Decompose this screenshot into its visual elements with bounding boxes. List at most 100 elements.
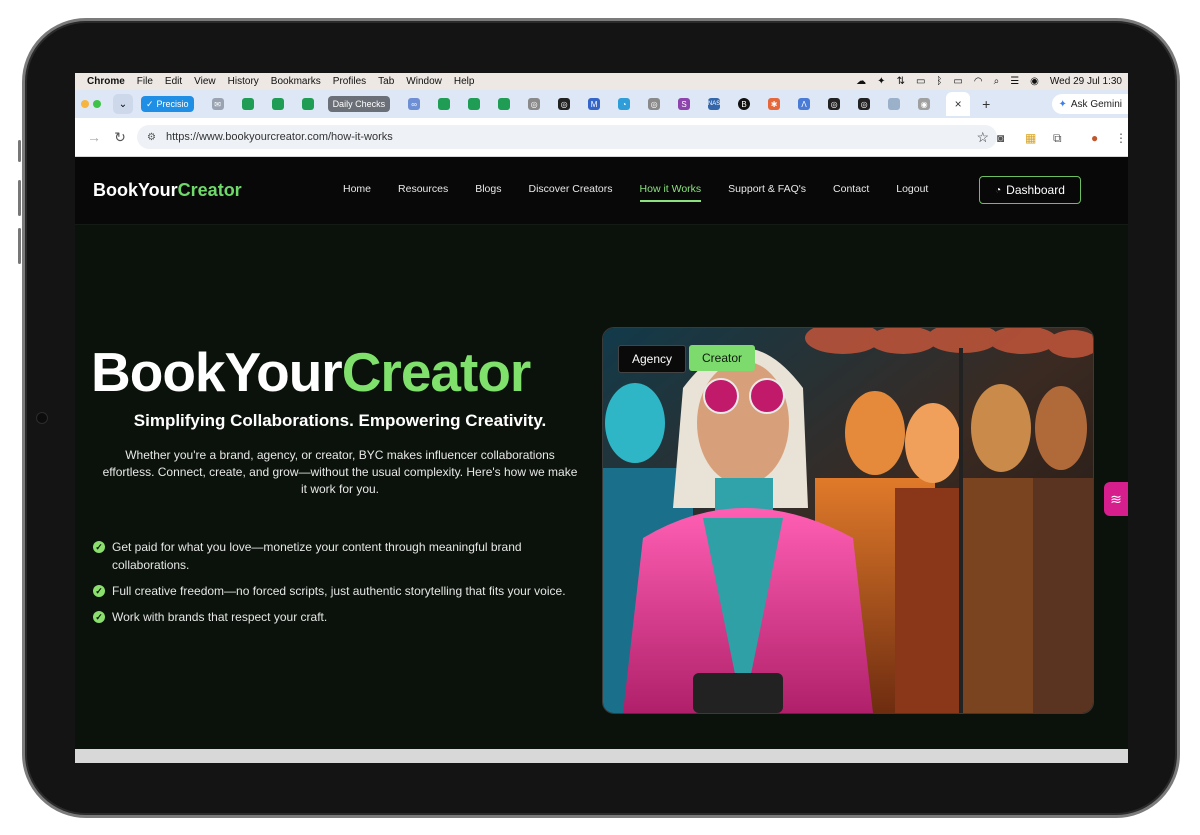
dashboard-button[interactable]: ◔ Dashboard	[979, 176, 1081, 204]
cloud-icon[interactable]: ☁	[856, 76, 866, 87]
nav-how-it-works[interactable]: How it Works	[639, 183, 702, 202]
menu-edit[interactable]: Edit	[165, 76, 182, 87]
network-icon[interactable]: ⇅	[897, 76, 905, 87]
bookmark-star-icon[interactable]: ☆	[976, 129, 989, 146]
reload-icon[interactable]: ↻	[113, 129, 127, 146]
site-logo[interactable]: BookYourCreator	[93, 180, 242, 201]
tab-group-label: Precisio	[156, 99, 189, 109]
menu-datetime[interactable]: Wed 29 Jul 1:30	[1050, 76, 1122, 87]
openai-tab-icon[interactable]: ◎	[528, 98, 541, 110]
more-menu-icon[interactable]: ⋮	[1115, 131, 1127, 145]
control-center-icon[interactable]: ☰	[1010, 76, 1019, 87]
mail-tab-icon[interactable]: ✉	[211, 98, 224, 110]
menu-tab[interactable]: Tab	[378, 76, 394, 87]
menu-view[interactable]: View	[194, 76, 216, 87]
image-tab-icon[interactable]	[888, 98, 901, 110]
new-tab-button[interactable]: +	[982, 96, 990, 112]
hero-creator-image: Agency Creator	[602, 327, 1094, 714]
list-item: ✓ Get paid for what you love—monetize yo…	[93, 538, 573, 574]
screen-icon[interactable]: ▭	[916, 76, 925, 87]
nav-home[interactable]: Home	[343, 183, 371, 202]
logo-accent: Creator	[177, 180, 242, 200]
site-nav-links: Home Resources Blogs Discover Creators H…	[343, 183, 955, 202]
floating-widget-tab[interactable]: ≋	[1104, 482, 1128, 516]
link-tab-icon[interactable]: ◉	[918, 98, 931, 110]
tab-group-daily-checks[interactable]: Daily Checks	[327, 96, 391, 112]
zapier-tab-icon[interactable]: ✱	[768, 98, 781, 110]
list-item: ✓ Work with brands that respect your cra…	[93, 608, 573, 626]
a-tab-icon[interactable]: Λ	[798, 98, 811, 110]
active-tab-close-button[interactable]: ×	[946, 92, 971, 116]
sheet-tab-icon[interactable]	[438, 98, 451, 110]
forward-arrow-icon[interactable]: →	[87, 129, 101, 145]
hero-title: BookYourCreator	[91, 340, 532, 404]
side-button	[18, 228, 21, 264]
openai-tab-icon[interactable]: ◎	[858, 98, 871, 110]
site-settings-icon[interactable]: ⚙	[147, 132, 156, 143]
hero-title-accent: Creator	[341, 341, 532, 403]
bluetooth-icon[interactable]: ᛒ	[936, 76, 942, 87]
nas-tab-icon[interactable]: NAS	[708, 98, 720, 110]
browser-tab-strip: ⌄ ✓ Precisio ✉ Daily Checks ∞ ◎ ◎ M ◔ ◎ …	[75, 90, 1128, 118]
sheet-tab-icon[interactable]	[301, 98, 314, 110]
wifi-icon[interactable]: ◠	[974, 76, 983, 87]
nav-support[interactable]: Support & FAQ's	[728, 183, 806, 202]
menu-file[interactable]: File	[137, 76, 153, 87]
agency-toggle-button[interactable]: Agency	[618, 345, 686, 373]
siri-icon[interactable]: ◉	[1030, 76, 1039, 87]
nav-logout[interactable]: Logout	[896, 183, 928, 202]
menu-window[interactable]: Window	[406, 76, 442, 87]
maximize-dot-icon[interactable]	[93, 100, 101, 108]
creator-toggle-button[interactable]: Creator	[689, 345, 755, 371]
tab-search-chevron-icon[interactable]: ⌄	[113, 94, 133, 114]
menu-bookmarks[interactable]: Bookmarks	[271, 76, 321, 87]
dashboard-label: Dashboard	[1006, 183, 1065, 197]
battery-icon[interactable]: ▭	[953, 76, 962, 87]
front-camera	[36, 412, 48, 424]
website: BookYourCreator Home Resources Blogs Dis…	[75, 157, 1128, 763]
sheet-tab-icon[interactable]	[468, 98, 481, 110]
nav-blogs[interactable]: Blogs	[475, 183, 501, 202]
benefit-text: Get paid for what you love—monetize your…	[112, 540, 522, 572]
benefit-text: Full creative freedom—no forced scripts,…	[112, 584, 566, 598]
side-button	[18, 140, 21, 162]
nav-discover-creators[interactable]: Discover Creators	[528, 183, 612, 202]
sheet-tab-icon[interactable]	[271, 98, 284, 110]
ask-gemini-label: Ask Gemini	[1070, 98, 1122, 110]
side-button	[18, 180, 21, 216]
search-icon[interactable]: ⌕	[994, 76, 1000, 87]
menu-history[interactable]: History	[228, 76, 259, 87]
sheet-tab-icon[interactable]	[498, 98, 511, 110]
extension-icon[interactable]: ▦	[1025, 131, 1036, 145]
drive-tab-icon[interactable]: ◔	[618, 98, 631, 110]
puzzle-extensions-icon[interactable]: ⧉	[1053, 131, 1062, 146]
openai-tab-icon[interactable]: ◎	[558, 98, 571, 110]
s-tab-icon[interactable]: S	[678, 98, 691, 110]
nav-contact[interactable]: Contact	[833, 183, 869, 202]
b-tab-icon[interactable]: B	[738, 98, 751, 110]
benefit-list: ✓ Get paid for what you love—monetize yo…	[93, 538, 573, 634]
menu-profiles[interactable]: Profiles	[333, 76, 366, 87]
bottom-strip	[75, 749, 1128, 763]
check-circle-icon: ✓	[93, 611, 105, 623]
link-tab-icon[interactable]: ∞	[408, 98, 421, 110]
minimize-dot-icon[interactable]	[81, 100, 89, 108]
openai-tab-icon[interactable]: ◎	[648, 98, 661, 110]
meta-tab-icon[interactable]: M	[588, 98, 601, 110]
hero-subtitle: Simplifying Collaborations. Empowering C…	[133, 411, 547, 430]
openai-tab-icon[interactable]: ◎	[828, 98, 841, 110]
menu-help[interactable]: Help	[454, 76, 475, 87]
menu-app-name[interactable]: Chrome	[87, 76, 125, 87]
camera-extension-icon[interactable]: ◙	[997, 131, 1004, 145]
address-bar[interactable]: ⚙ https://www.bookyourcreator.com/how-it…	[137, 125, 997, 149]
nav-resources[interactable]: Resources	[398, 183, 448, 202]
hero-description: Whether you're a brand, agency, or creat…	[102, 448, 578, 496]
ask-gemini-button[interactable]: ✦ Ask Gemini	[1052, 94, 1128, 114]
menu-status-area: ☁ ✦ ⇅ ▭ ᛒ ▭ ◠ ⌕ ☰ ◉ Wed 29 Jul 1:30	[856, 73, 1122, 90]
sparkle-icon[interactable]: ✦	[877, 76, 885, 87]
gemini-star-icon: ✦	[1058, 98, 1067, 110]
profile-avatar[interactable]: ●	[1091, 131, 1098, 145]
browser-toolbar: → ↻ ⚙ https://www.bookyourcreator.com/ho…	[75, 118, 1128, 157]
sheet-tab-icon[interactable]	[241, 98, 254, 110]
tab-group-precisio[interactable]: ✓ Precisio	[141, 96, 194, 112]
